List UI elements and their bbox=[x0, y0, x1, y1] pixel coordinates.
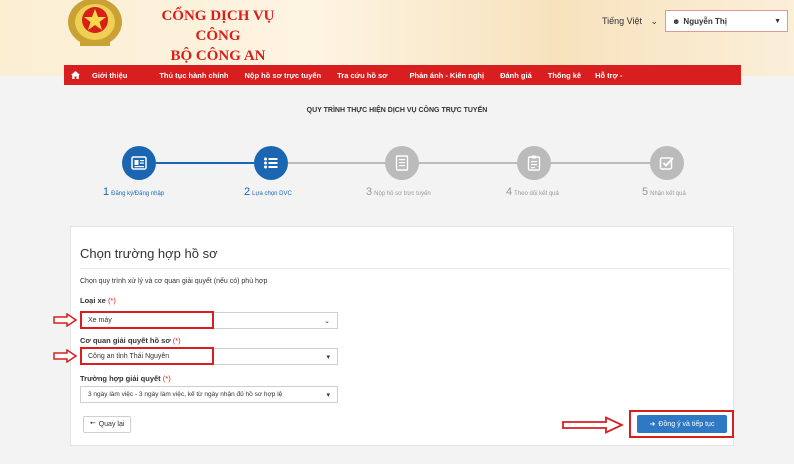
case-select[interactable]: 3 ngày làm việc - 3 ngày làm việc, kể từ… bbox=[80, 386, 338, 403]
step-5-label: 5 Nhận kết quả bbox=[642, 186, 686, 198]
step-2-label: 2 Lựa chọn DVC bbox=[244, 186, 292, 198]
back-button-label: Quay lại bbox=[98, 421, 125, 428]
arrow-right-icon bbox=[53, 349, 77, 363]
step-2-circle[interactable] bbox=[254, 146, 288, 180]
step-1-circle[interactable] bbox=[122, 146, 156, 180]
clipboard-icon bbox=[527, 155, 541, 171]
step-5-circle[interactable] bbox=[650, 146, 684, 180]
user-name: Nguyễn Thị bbox=[683, 16, 727, 26]
caret-down-icon: ▼ bbox=[774, 17, 781, 25]
caret-down-icon: ▾ bbox=[326, 391, 330, 399]
case-label: Trường hợp giải quyết (*) bbox=[80, 374, 171, 383]
caret-down-icon: ▾ bbox=[326, 353, 330, 361]
arrow-right-icon: ➜ bbox=[649, 421, 656, 428]
nav-item-tra-cuu[interactable]: Tra cứu hồ sơ bbox=[331, 65, 397, 85]
step-1-label: 1 Đăng ký/Đăng nhập bbox=[103, 186, 164, 198]
vehicle-type-label-text: Loại xe bbox=[80, 296, 106, 305]
required-marker: (*) bbox=[162, 374, 171, 383]
step-4-number: 4 bbox=[506, 186, 513, 198]
step-3-number: 3 bbox=[366, 186, 373, 198]
step-1-text: Đăng ký/Đăng nhập bbox=[111, 191, 165, 197]
step-3-label: 3 Nộp hồ sơ trực tuyến bbox=[366, 186, 431, 198]
language-value: Tiếng Việt bbox=[602, 16, 643, 26]
agree-continue-button[interactable]: ➜ Đồng ý và tiếp tục bbox=[637, 415, 727, 433]
user-icon: ☻ bbox=[672, 16, 681, 26]
step-2-text: Lựa chọn DVC bbox=[252, 191, 292, 197]
stepper-line-1 bbox=[155, 162, 255, 164]
site-title-line1: CỔNG DỊCH VỤ CÔNG bbox=[161, 8, 275, 44]
case-value: 3 ngày làm việc - 3 ngày làm việc, kể từ… bbox=[88, 391, 283, 398]
nav-item-danh-gia[interactable]: Đánh giá bbox=[494, 65, 542, 85]
step-2-number: 2 bbox=[244, 186, 251, 198]
step-3-circle[interactable] bbox=[385, 146, 419, 180]
site-title-line2: BỘ CÔNG AN bbox=[170, 48, 266, 64]
divider bbox=[80, 268, 730, 269]
step-4-text: Theo dõi kết quả bbox=[514, 191, 559, 197]
arrow-right-icon bbox=[53, 313, 77, 327]
chevron-down-icon: ⌄ bbox=[324, 317, 330, 325]
form-title: Chọn trường hợp hồ sơ bbox=[80, 246, 218, 261]
nav-item-gioi-thieu[interactable]: Giới thiệu bbox=[86, 65, 137, 85]
arrow-right-icon bbox=[562, 416, 624, 434]
step-5-text: Nhận kết quả bbox=[650, 191, 686, 197]
nav-item-ho-tro[interactable]: Hỗ trợ - bbox=[591, 65, 632, 85]
stepper-line-2 bbox=[288, 162, 388, 164]
agency-label-text: Cơ quan giải quyết hồ sơ bbox=[80, 336, 171, 345]
nav-item-thu-tuc[interactable]: Thủ tục hành chính bbox=[137, 65, 238, 85]
page: CỔNG DỊCH VỤ CÔNG BỘ CÔNG AN Tiếng Việt … bbox=[0, 0, 794, 464]
form-description: Chọn quy trình xử lý và cơ quan giải quy… bbox=[80, 278, 268, 285]
highlight-box-vehicle bbox=[80, 311, 214, 329]
user-menu[interactable]: ☻ Nguyễn Thị ▼ bbox=[665, 10, 788, 32]
arrow-left-icon: 🠔 bbox=[89, 420, 96, 427]
language-select[interactable]: Tiếng Việt ⌄ bbox=[598, 12, 662, 30]
required-marker: (*) bbox=[107, 296, 116, 305]
home-icon[interactable] bbox=[64, 65, 86, 85]
document-upload-icon bbox=[395, 155, 409, 171]
required-marker: (*) bbox=[172, 336, 181, 345]
case-label-text: Trường hợp giải quyết bbox=[80, 374, 161, 383]
agency-label: Cơ quan giải quyết hồ sơ (*) bbox=[80, 336, 181, 345]
step-4-circle[interactable] bbox=[517, 146, 551, 180]
id-card-icon bbox=[131, 156, 147, 170]
main-nav: Giới thiệu Thủ tục hành chính Nộp hồ sơ … bbox=[64, 65, 741, 85]
nav-item-phan-anh[interactable]: Phản ánh - Kiến nghị bbox=[397, 65, 494, 85]
back-button[interactable]: 🠔 Quay lại bbox=[83, 416, 131, 433]
stepper-line-3 bbox=[418, 162, 518, 164]
step-1-number: 1 bbox=[103, 186, 110, 198]
stepper-line-4 bbox=[550, 162, 652, 164]
list-icon bbox=[264, 157, 278, 169]
police-emblem-logo[interactable] bbox=[66, 0, 124, 52]
step-3-text: Nộp hồ sơ trực tuyến bbox=[374, 191, 431, 197]
chevron-down-icon: ⌄ bbox=[650, 15, 658, 26]
step-5-number: 5 bbox=[642, 186, 649, 198]
site-title[interactable]: CỔNG DỊCH VỤ CÔNG BỘ CÔNG AN bbox=[138, 6, 298, 66]
agree-continue-label: Đồng ý và tiếp tục bbox=[658, 420, 715, 428]
flow-title: QUY TRÌNH THỰC HIỆN DỊCH VỤ CÔNG TRỰC TU… bbox=[306, 107, 488, 114]
vehicle-type-label: Loại xe (*) bbox=[80, 296, 116, 305]
check-square-icon bbox=[659, 157, 674, 170]
nav-item-thong-ke[interactable]: Thống kê bbox=[542, 65, 591, 85]
highlight-box-agency bbox=[80, 347, 214, 365]
nav-item-nop-ho-so[interactable]: Nộp hồ sơ trực tuyến bbox=[239, 65, 332, 85]
step-4-label: 4 Theo dõi kết quả bbox=[506, 186, 559, 198]
